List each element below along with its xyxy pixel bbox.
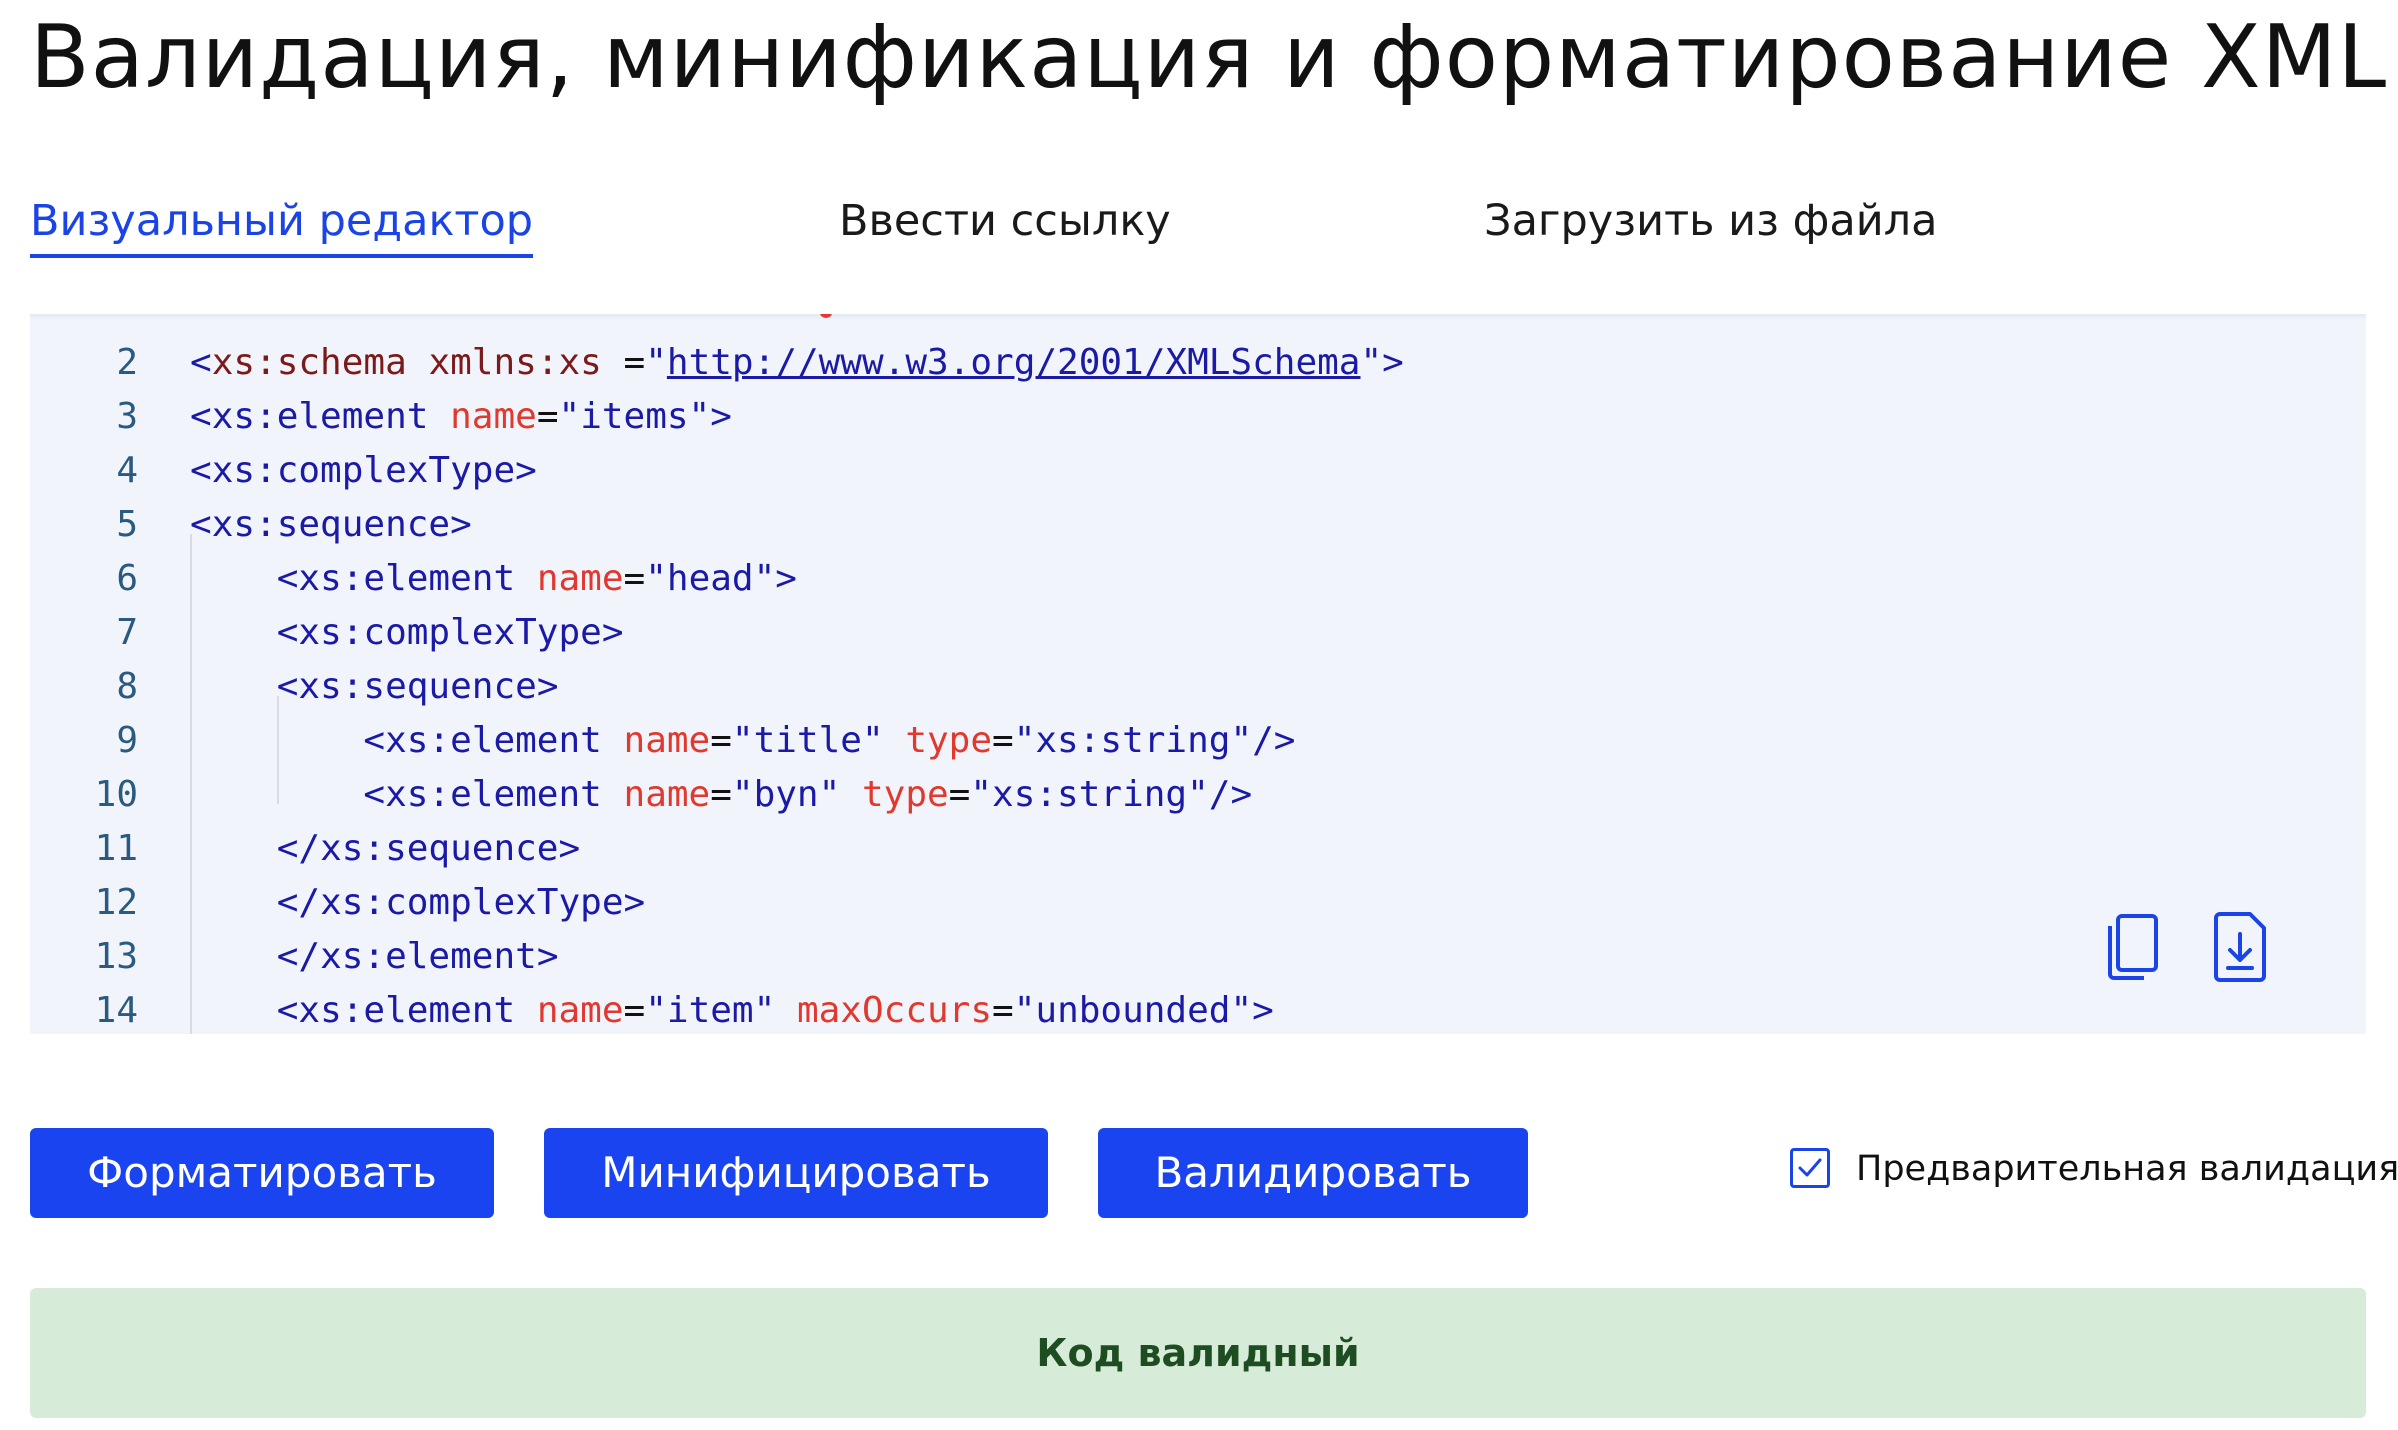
download-icon[interactable] [2206,906,2276,986]
code-text: <xs:element name="item" maxOccurs="unbou… [276,990,1274,1031]
code-line: 8 <xs:sequence> [30,660,2366,714]
code-line: 4 <xs:complexType> [30,444,2366,498]
code-text: <xs:complexType> [276,612,624,653]
copy-icon[interactable] [2100,906,2170,986]
code-text: <xs:complexType> [190,450,537,491]
code-line: 6 <xs:element name="head"> [30,552,2366,606]
line-number: 10 [94,774,138,815]
page-title: Валидация, минификация и форматирование … [30,6,2388,108]
line-number: 7 [116,612,138,653]
tab-enter-link[interactable]: Ввести ссылку [839,190,1171,252]
code-line: 14 <xs:element name="item" maxOccurs="un… [30,984,2366,1034]
code-line: 11 </xs:sequence> [30,822,2366,876]
code-text: </xs:sequence> [276,828,581,869]
code-text: </xs:complexType> [276,882,646,923]
code-line: 3 <xs:element name="items"> [30,390,2366,444]
minify-button[interactable]: Минифицировать [544,1128,1048,1218]
input-mode-tabs: Визуальный редактор Ввести ссылку Загруз… [30,190,2370,260]
format-button[interactable]: Форматировать [30,1128,494,1218]
code-line: 5 <xs:sequence> [30,498,2366,552]
prevalidation-checkbox[interactable] [1790,1148,1830,1188]
code-text: <xs:element name="title" type="xs:string… [363,720,1296,761]
line-number: 9 [116,720,138,761]
line-number: 12 [94,882,138,923]
validate-button[interactable]: Валидировать [1098,1128,1528,1218]
code-text: <xs:element name="byn" type="xs:string"/… [363,774,1253,815]
checkmark-icon [1798,1158,1822,1177]
tab-visual-editor[interactable]: Визуальный редактор [30,190,534,258]
code-line: 10 <xs:element name="byn" type="xs:strin… [30,768,2366,822]
code-text: <xs:sequence> [276,666,559,707]
validation-result: Код валидный [30,1288,2366,1418]
line-number: 8 [116,666,138,707]
line-number: 6 [116,558,138,599]
prevalidation-label: Предварительная валидация [1856,1149,2398,1189]
line-number: 14 [94,990,138,1031]
editor-scroll-shadow [30,314,2366,320]
code-line: 12 </xs:complexType> [30,876,2366,930]
line-number: 3 [116,396,138,437]
line-number: 2 [116,342,138,383]
line-number: 5 [116,504,138,545]
code-text: <xs:sequence> [190,504,472,545]
code-line: 9 <xs:element name="title" type="xs:stri… [30,714,2366,768]
line-number: 11 [94,828,138,869]
code-editor[interactable]: 2 <xs:schema xmlns:xs ="http://www.w3.org… [30,314,2366,1034]
line-number: 4 [116,450,138,491]
tab-upload-file[interactable]: Загрузить из файла [1484,190,1938,252]
code-text: </xs:element> [276,936,559,977]
page: Валидация, минификация и форматирование … [0,0,2398,1430]
line-number: 13 [94,936,138,977]
code-line: 2 <xs:schema xmlns:xs ="http://www.w3.org… [30,336,2366,390]
code-text: <xs:element name="head"> [276,558,797,599]
code-text: <xs:element name="items"> [190,396,732,437]
code-text: <xs:schema xmlns:xs ="http://www.w3.org/… [190,342,1404,383]
code-line: 7 <xs:complexType> [30,606,2366,660]
code-line: 13 </xs:element> [30,930,2366,984]
